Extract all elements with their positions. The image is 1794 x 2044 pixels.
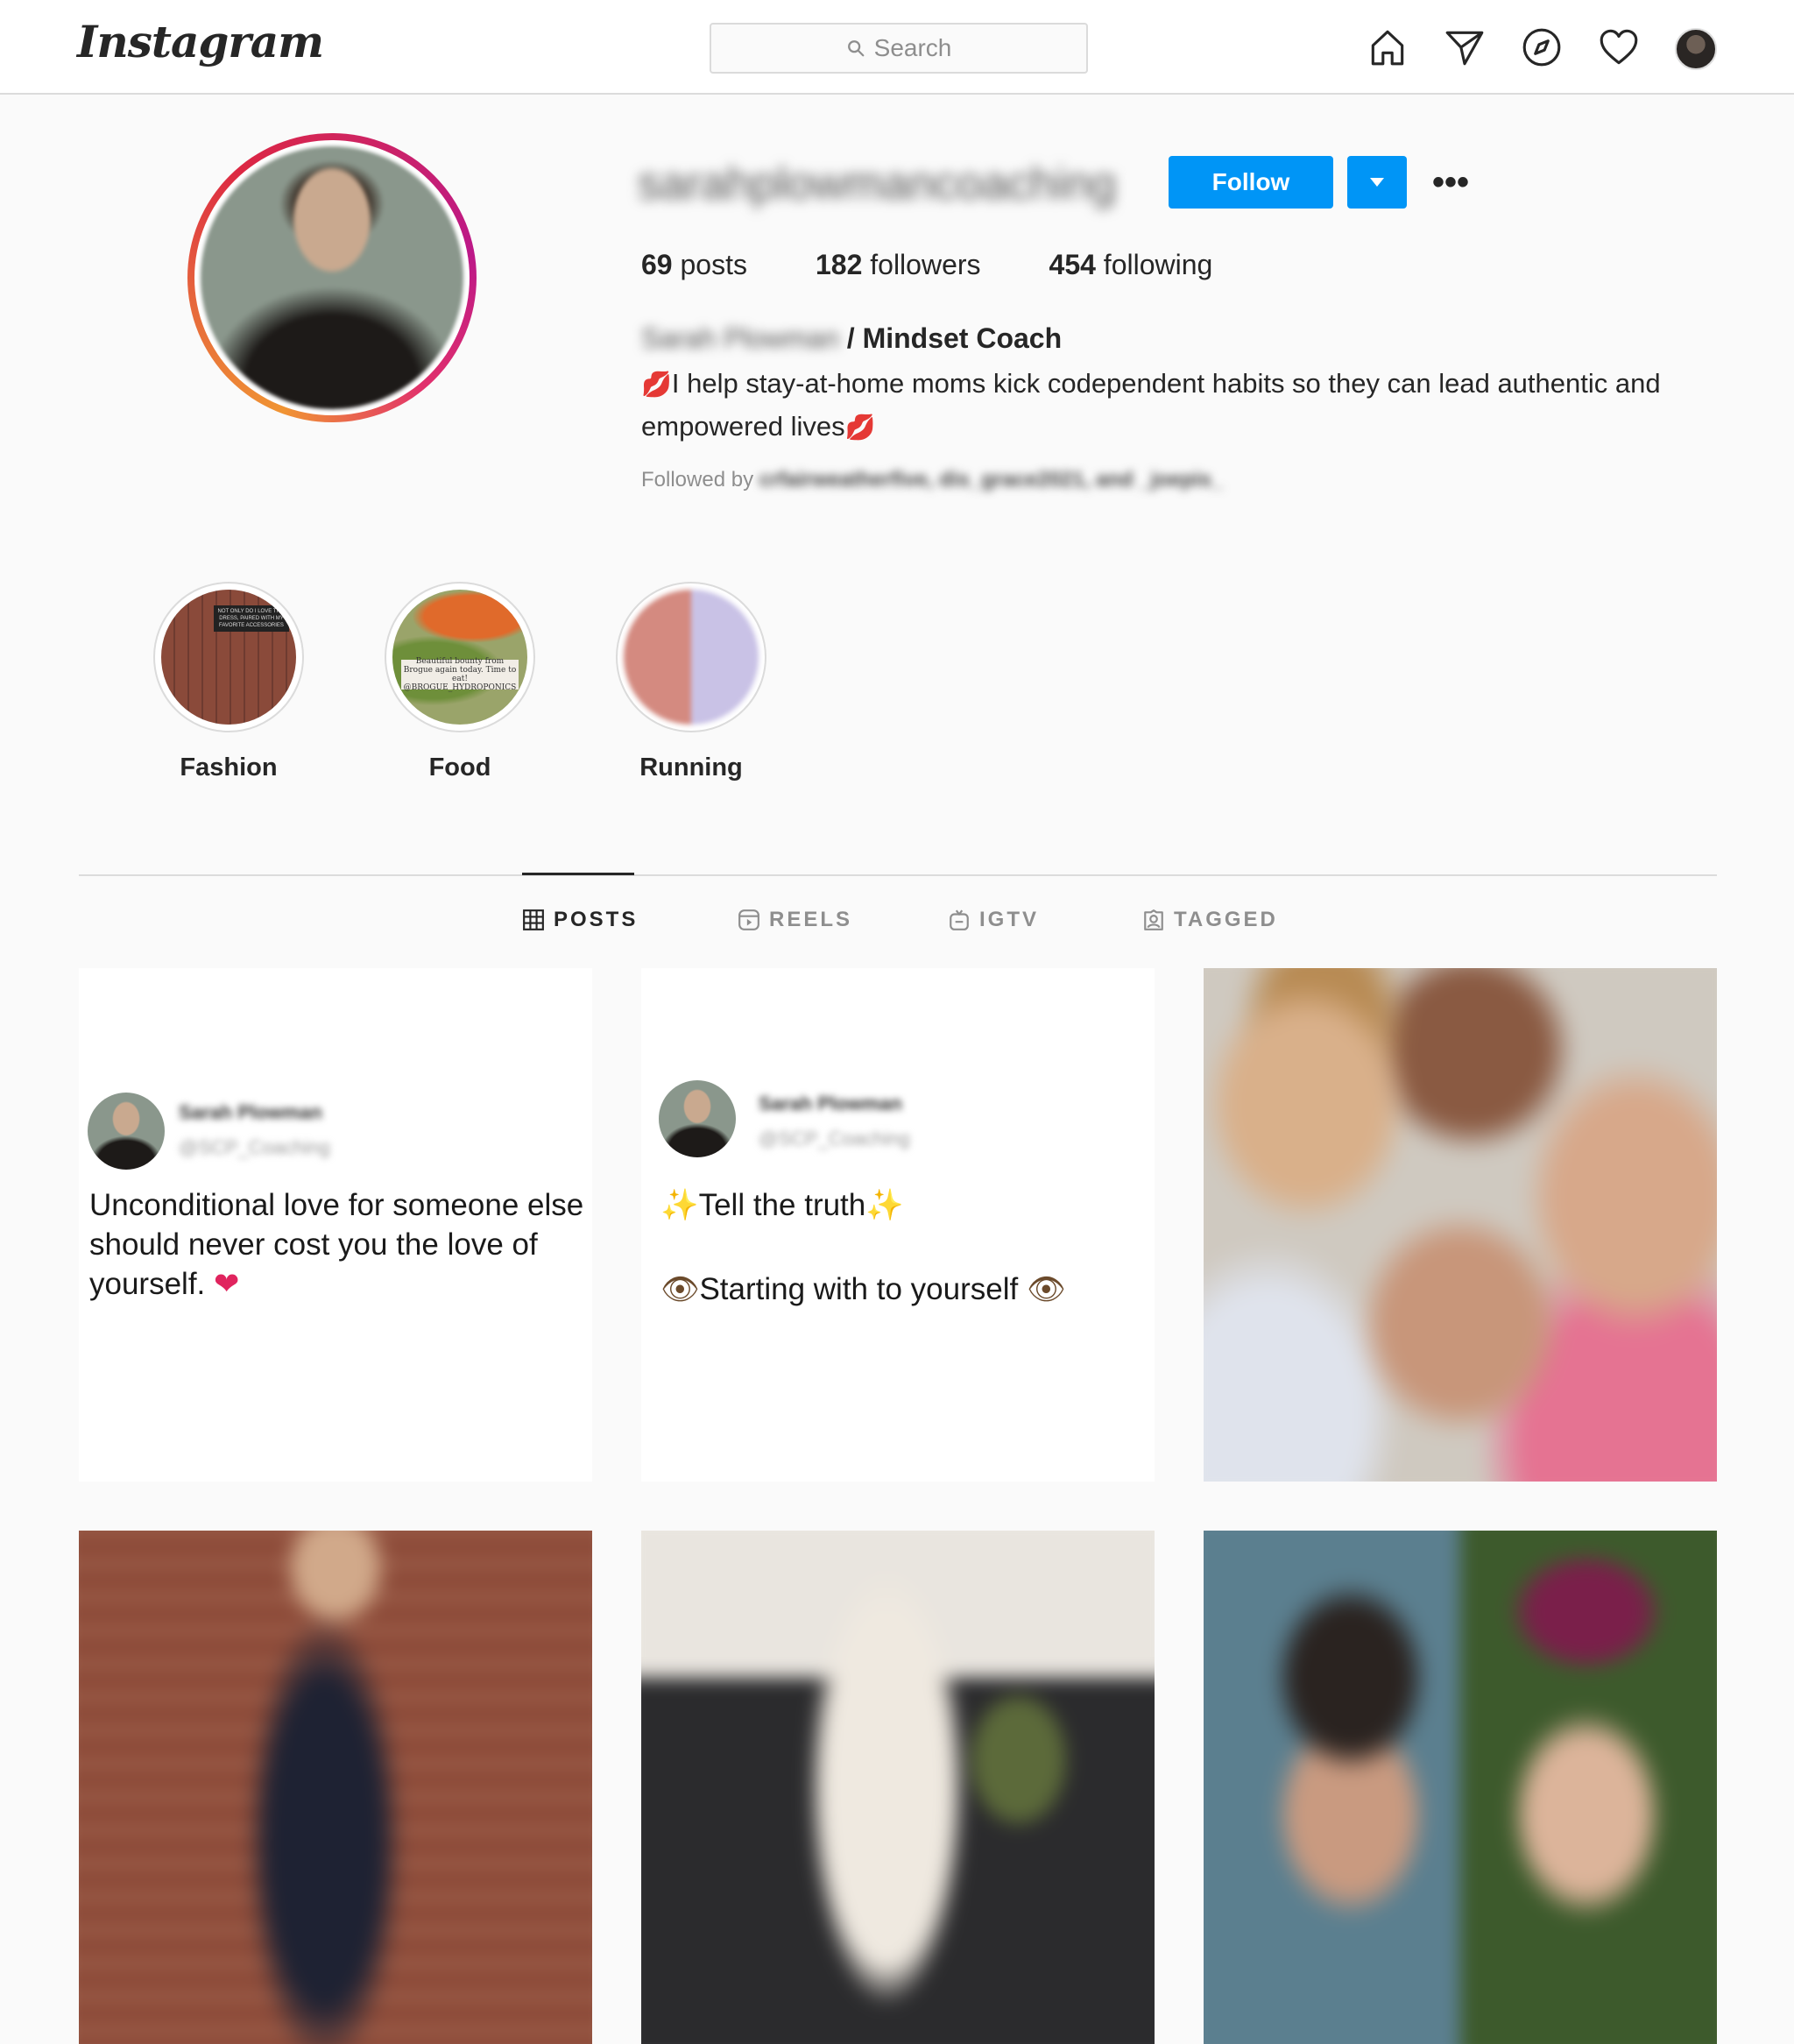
nav-icons [1363,23,1748,72]
sparkle-emoji: ✨ [865,1188,904,1222]
sparkle-emoji: ✨ [660,1188,699,1222]
following-count-value: 454 [1049,249,1096,280]
post-photo-couch-portrait [641,1531,1155,2044]
tweet-line-2-text: Starting with to yourself [699,1272,1019,1306]
highlight-cover [624,590,759,725]
suggested-accounts-dropdown-button[interactable] [1347,156,1407,209]
eye-emoji: 👁 [660,1272,700,1306]
avatar [1675,28,1717,70]
highlight-cover-caption: Beautiful bounty from Brogue again today… [401,657,519,692]
tab-label: IGTV [979,908,1040,931]
profile-stats: 69 posts 182 followers 454 following [641,249,1281,281]
highlight-running[interactable]: Running [604,582,779,782]
profile-picture-frame [194,140,470,415]
post-tile-4[interactable] [79,1531,592,2044]
tweet-author-name: Sarah Plowman [179,1101,322,1123]
highlight-ring [616,582,766,732]
followers-count-value: 182 [815,249,863,280]
post-tile-1[interactable]: Sarah Plowman @SCP_Coaching Unconditiona… [79,968,592,1482]
tab-tagged[interactable]: TAGGED [1142,908,1278,932]
tweet-author-name: Sarah Plowman [759,1093,902,1114]
post-photo-brick-wall-portrait [79,1531,592,2044]
direct-message-icon[interactable] [1440,23,1489,72]
grid-icon [523,909,544,930]
highlight-label: Food [428,753,491,782]
post-tile-5[interactable] [641,1531,1155,2044]
tweet-line-1: ✨Tell the truth✨ [660,1185,1151,1225]
tabs-divider [79,874,1717,876]
highlight-label: Fashion [180,753,278,782]
post-tile-2[interactable]: Sarah Plowman @SCP_Coaching ✨Tell the tr… [641,968,1155,1482]
tweet-author-avatar [659,1080,736,1157]
followed-by-names: crfairweatherfive, dis_grace2021, and _j… [759,468,1224,492]
post-photo-family-selfie [1204,968,1717,1482]
highlight-fashion[interactable]: NOT ONLY DO I LOVE THIS DRESS, PAIRED WI… [141,582,316,782]
posts-count-label: posts [680,249,747,280]
tweet-author-handle: @SCP_Coaching [179,1136,330,1158]
heart-emoji: ❤ [214,1267,240,1301]
posts-count: 69 posts [641,249,747,281]
more-options-button[interactable]: ••• [1426,163,1475,202]
eye-emoji: 👁 [1026,1272,1066,1306]
following-count-label: following [1103,249,1213,280]
highlight-cover: NOT ONLY DO I LOVE THIS DRESS, PAIRED WI… [161,590,296,725]
follow-button[interactable]: Follow [1169,156,1333,209]
followers-count-label: followers [870,249,981,280]
tweet-author-handle: @SCP_Coaching [759,1128,910,1149]
instagram-logo[interactable]: Instagram [77,16,324,67]
highlight-ring: Beautiful bounty from Brogue again today… [385,582,535,732]
reels-icon [738,909,759,930]
igtv-icon [950,909,969,930]
top-navigation-bar: Instagram Search [0,0,1794,95]
profile-picture [201,146,463,409]
highlight-cover-caption: NOT ONLY DO I LOVE THIS DRESS, PAIRED WI… [214,605,289,632]
tagged-icon [1144,909,1163,930]
highlight-caption-text: Beautiful bounty from Brogue again today… [403,657,517,683]
profile-title: / Mindset Coach [846,322,1063,354]
active-tab-indicator [522,873,634,875]
post-tile-3[interactable] [1204,968,1717,1482]
profile-picture-story-ring[interactable] [187,133,477,422]
tab-label: POSTS [554,908,639,931]
tweet-line-1-text: Tell the truth [698,1188,866,1222]
tab-label: REELS [769,908,853,931]
posts-count-value: 69 [641,249,673,280]
caret-down-icon [1370,178,1384,187]
search-placeholder: Search [873,34,952,61]
followers-link[interactable]: 182 followers [816,249,981,281]
lips-emoji: 💋 [641,371,672,398]
full-name: Sarah Plowman [641,322,839,354]
search-input[interactable]: Search [710,23,1088,74]
tweet-author-avatar [88,1093,165,1170]
activity-heart-icon[interactable] [1594,23,1643,72]
profile-tabs: POSTS REELS IGTV TAGGED [0,908,1794,939]
highlight-food[interactable]: Beautiful bounty from Brogue again today… [372,582,547,782]
post-photo-two-women [1204,1531,1717,2044]
tab-reels[interactable]: REELS [738,908,852,932]
profile-avatar[interactable] [1671,23,1720,72]
tab-igtv[interactable]: IGTV [948,908,1039,932]
profile-fullname: Sarah Plowman / Mindset Coach [641,322,1062,355]
tab-label: TAGGED [1174,908,1278,931]
tweet-line-2: 👁Starting with to yourself 👁 [660,1270,1151,1309]
tweet-text-content: Unconditional love for someone else shou… [89,1188,584,1301]
highlight-ring: NOT ONLY DO I LOVE THIS DRESS, PAIRED WI… [153,582,304,732]
search-icon [847,40,865,57]
profile-bio: 💋I help stay-at-home moms kick codepende… [641,363,1692,449]
profile-username: sarahplowmancoaching [638,159,1117,209]
tweet-text: Unconditional love for someone else shou… [89,1185,589,1304]
followed-by[interactable]: Followed by crfairweatherfive, dis_grace… [641,468,1223,492]
highlight-caption-tag: @BROGUE_HYDROPONICS [403,683,517,692]
following-link[interactable]: 454 following [1049,249,1213,281]
highlight-cover: Beautiful bounty from Brogue again today… [392,590,527,725]
followed-by-prefix: Followed by [641,468,754,492]
highlight-label: Running [639,753,743,782]
bio-text: I help stay-at-home moms kick codependen… [641,368,1661,442]
explore-compass-icon[interactable] [1517,23,1566,72]
post-tile-6[interactable] [1204,1531,1717,2044]
tab-posts[interactable]: POSTS [522,908,638,932]
lips-emoji: 💋 [844,414,876,441]
home-icon[interactable] [1363,23,1412,72]
